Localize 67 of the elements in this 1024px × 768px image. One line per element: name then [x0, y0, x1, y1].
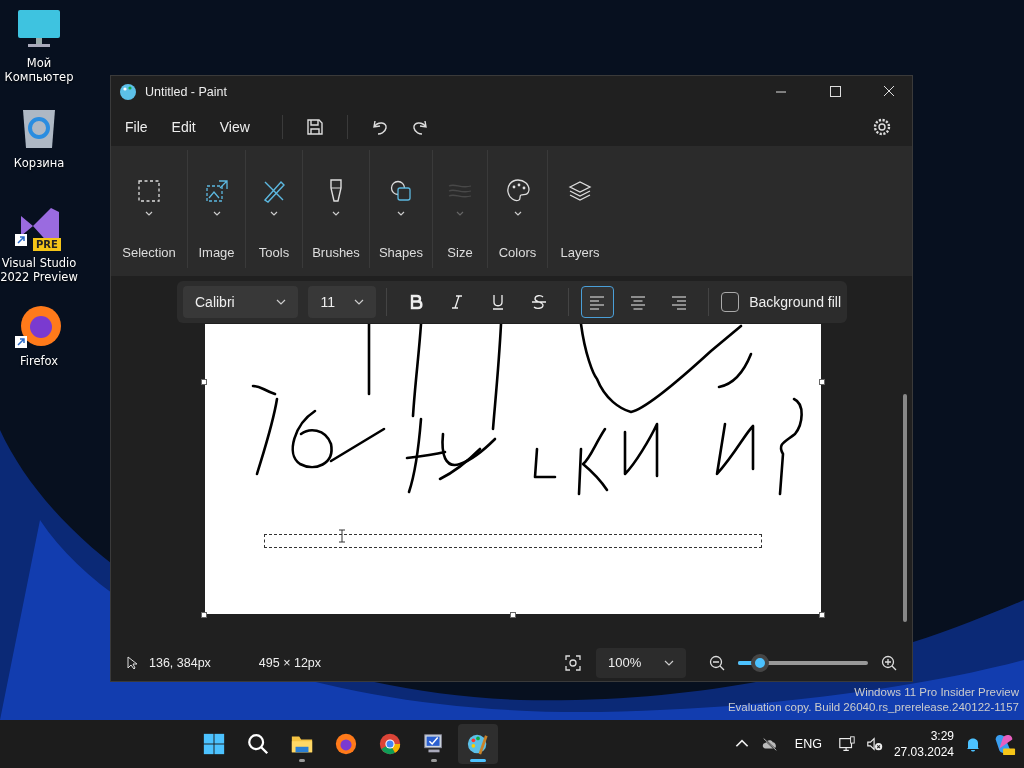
windows-logo-icon[interactable]: [202, 732, 227, 756]
window-title: Untitled - Paint: [145, 85, 227, 99]
search-icon[interactable]: [246, 732, 271, 756]
monitor-icon[interactable]: [16, 8, 62, 50]
font-size-dropdown[interactable]: 11: [308, 286, 377, 318]
settings-icon[interactable]: [872, 117, 892, 137]
ribbon-group-button[interactable]: Brushes: [303, 150, 370, 268]
clock-time[interactable]: 3:29: [930, 728, 954, 744]
menu-item[interactable]: File: [123, 113, 160, 141]
resize-handle[interactable]: [201, 379, 207, 385]
running-indicator: [299, 759, 306, 762]
font-dropdown[interactable]: Calibri: [183, 286, 299, 318]
cloud-off-icon[interactable]: [760, 735, 779, 753]
background-fill-label[interactable]: Background fill: [749, 294, 842, 310]
zoom-slider[interactable]: [738, 653, 868, 672]
zoom-in-icon[interactable]: [880, 653, 898, 672]
clock-date[interactable]: 27.03.2024: [893, 744, 954, 760]
pointer-icon: [125, 655, 139, 670]
speaker-muted-icon[interactable]: [865, 735, 884, 753]
running-indicator: [431, 759, 438, 762]
desktop-icon-label[interactable]: Корзина: [13, 156, 65, 170]
ribbon-group-button[interactable]: Tools: [246, 150, 303, 268]
text-cursor-icon: [338, 529, 346, 543]
chevron-down-icon: [512, 211, 523, 217]
menu-item[interactable]: View: [217, 113, 262, 141]
chrome-icon[interactable]: [378, 732, 403, 756]
resize-handle[interactable]: [201, 612, 207, 618]
preview-badge: PRE: [33, 238, 61, 251]
taskbar-app-button[interactable]: [458, 724, 499, 764]
network-icon[interactable]: [837, 735, 856, 753]
chevron-down-icon: [331, 211, 341, 217]
desktop-icon-label[interactable]: Мой Компьютер: [0, 56, 78, 84]
fit-to-window-icon[interactable]: [564, 653, 582, 672]
cursor-position: 136, 384px: [149, 655, 211, 670]
zoom-out-icon[interactable]: [708, 653, 726, 672]
firefox-icon[interactable]: [334, 732, 359, 756]
chevron-down-icon: [144, 211, 154, 217]
ribbon-group-button[interactable]: Shapes: [370, 150, 433, 268]
resize-handle[interactable]: [510, 612, 516, 618]
chevron-down-icon: [396, 211, 406, 217]
chevron-down-icon: [455, 211, 465, 217]
ribbon-group-button[interactable]: Colors: [488, 150, 548, 268]
ribbon-group-button[interactable]: Layers: [548, 150, 612, 268]
resize-handle[interactable]: [819, 379, 825, 385]
menu-item[interactable]: Edit: [169, 113, 208, 141]
evaluation-notice: Evaluation copy. Build 26040.rs_prerelease.240122-1157: [727, 700, 1019, 715]
zoom-slider-thumb[interactable]: [751, 653, 770, 672]
align-left-button[interactable]: [580, 286, 614, 318]
chevron-down-icon: [269, 211, 279, 217]
text-box-outline[interactable]: [264, 534, 762, 548]
palette-icon: [119, 83, 137, 101]
resize-handle[interactable]: [819, 612, 825, 618]
background-fill-checkbox[interactable]: [720, 292, 740, 312]
selection-size: 495 × 12px: [258, 655, 322, 670]
ribbon-group-button[interactable]: Image: [188, 150, 246, 268]
desktop-icon-label[interactable]: Firefox: [19, 354, 59, 368]
chevron-down-icon: [276, 299, 287, 305]
desktop-icon-label[interactable]: Visual Studio 2022 Preview: [0, 256, 78, 284]
zoom-dropdown[interactable]: 100%: [596, 647, 686, 678]
ribbon-group-button[interactable]: Selection: [111, 150, 188, 268]
chevron-down-icon: [664, 659, 674, 666]
chevron-down-icon: [354, 299, 365, 305]
language-indicator[interactable]: ENG: [794, 737, 822, 751]
running-indicator: [470, 759, 487, 762]
evaluation-notice: Windows 11 Pro Insider Preview: [854, 685, 1019, 700]
save-icon[interactable]: [304, 117, 325, 137]
chevron-down-icon: [211, 211, 222, 217]
